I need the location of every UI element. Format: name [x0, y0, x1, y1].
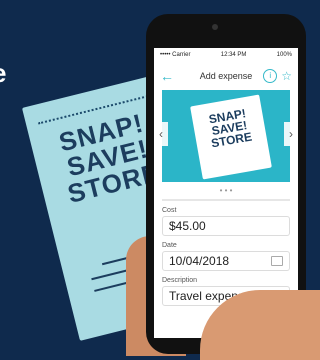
date-label: Date	[162, 242, 177, 249]
carrier-text: ••••• Carrier	[160, 52, 191, 58]
carousel-left-arrow-icon[interactable]: ‹	[154, 122, 168, 146]
calendar-icon[interactable]	[271, 256, 283, 266]
date-input[interactable]: 10/04/2018	[162, 251, 290, 271]
carousel-right-arrow-icon[interactable]: ›	[284, 122, 298, 146]
description-label: Description	[162, 277, 198, 284]
time-text: 12:34 PM	[220, 52, 247, 58]
nav-actions: i ☆	[263, 69, 292, 83]
cost-field: Cost $45.00	[162, 207, 290, 236]
status-bar: ••••• Carrier 12:34 PM 100%	[154, 48, 298, 62]
info-icon[interactable]: i	[263, 69, 278, 83]
battery-text: 100%	[276, 52, 292, 58]
date-value: 10/04/2018	[169, 254, 230, 268]
phone-speaker	[212, 24, 218, 30]
carousel-receipt-text: SNAP! SAVE! STORE	[207, 106, 253, 151]
date-field: Date 10/04/2018	[162, 242, 290, 271]
cost-label: Cost	[162, 207, 177, 214]
hero-word: e	[0, 58, 6, 89]
cost-input[interactable]: $45.00	[162, 216, 290, 236]
receipt-carousel[interactable]: ‹ SNAP! SAVE! STORE ›	[154, 90, 298, 182]
carousel-receipt-image: SNAP! SAVE! STORE	[190, 94, 272, 180]
cost-value: $45.00	[169, 219, 206, 233]
back-icon[interactable]: ←	[160, 68, 174, 84]
divider	[162, 199, 290, 201]
carousel-page-dots: • • •	[219, 186, 233, 195]
star-icon[interactable]: ☆	[281, 69, 292, 83]
navigation-bar: ← Add expense i ☆	[154, 62, 298, 90]
